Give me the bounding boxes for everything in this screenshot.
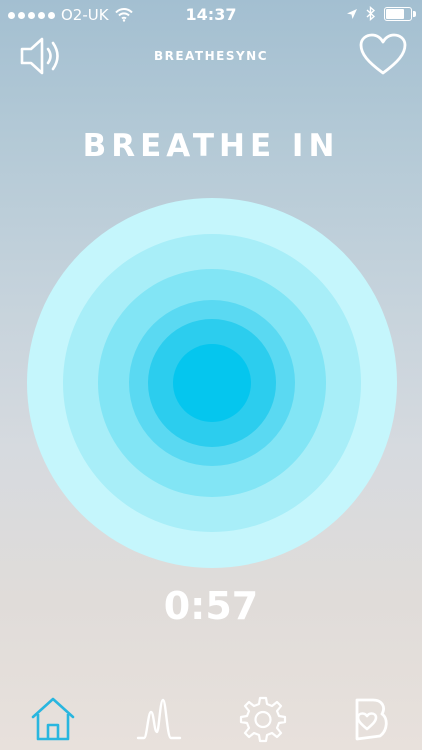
status-right: [346, 6, 416, 21]
breathing-circles: [27, 198, 397, 568]
gear-icon: [239, 696, 287, 743]
app-logo-icon: [355, 698, 388, 741]
heart-icon: [359, 33, 407, 75]
location-arrow-icon: [347, 8, 357, 19]
battery-fill: [386, 8, 404, 19]
header: BREATHESYNC: [0, 30, 422, 86]
breathe-instruction: BREATHE IN: [82, 128, 340, 164]
tab-home[interactable]: [28, 694, 78, 744]
tab-settings[interactable]: [238, 694, 288, 744]
heart-rate-chart-icon: [136, 698, 182, 740]
home-icon: [31, 697, 75, 741]
breath-ring-6: [173, 344, 251, 422]
battery-icon: [384, 6, 416, 21]
tab-heart-rate[interactable]: [134, 694, 184, 744]
tab-app-logo[interactable]: [342, 694, 392, 744]
bluetooth-icon: [366, 6, 376, 21]
status-bar: O2-UK 14:37: [0, 0, 422, 30]
session-timer: 0:57: [163, 584, 259, 628]
tab-bar: [0, 682, 422, 750]
favorite-button[interactable]: [358, 32, 408, 78]
